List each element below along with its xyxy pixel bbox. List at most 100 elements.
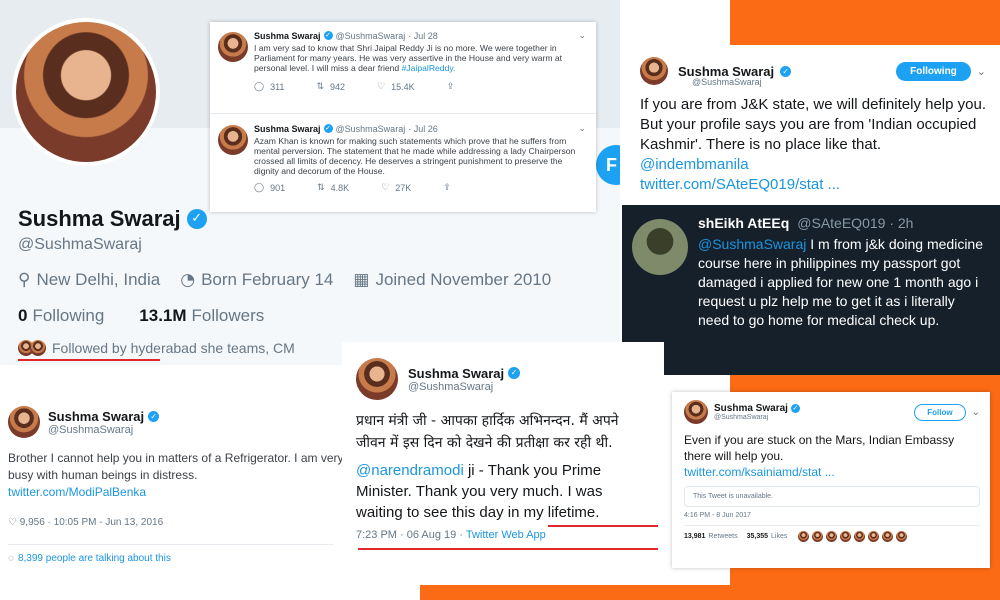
tweet-handle[interactable]: @SushmaSwaraj <box>336 124 406 134</box>
tweet-text: Even if you are stuck on the Mars, India… <box>684 432 980 480</box>
tweet-author-row: Sushma Swaraj ✓ <box>408 366 521 381</box>
tweet-avatar[interactable] <box>356 358 398 400</box>
followed-by-text[interactable]: Followed by hyderabad she teams, CM <box>52 340 295 356</box>
location-icon: ⚲ <box>18 270 31 290</box>
tweet-talking[interactable]: ◌ 8,399 people are talking about this <box>8 544 334 564</box>
background-orange-strip <box>420 585 1000 600</box>
chevron-down-icon[interactable]: ⌄ <box>977 65 986 78</box>
tweet-mention[interactable]: @SushmaSwaraj <box>698 236 806 252</box>
tweet-text: @SushmaSwaraj I m from j&k doing medicin… <box>698 235 988 330</box>
liker-avatar[interactable] <box>854 531 866 542</box>
profile-location: New Delhi, India <box>36 270 161 289</box>
liker-avatar[interactable] <box>826 531 838 542</box>
profile-avatar[interactable] <box>12 18 160 166</box>
share-icon[interactable]: ⇪ <box>447 81 455 92</box>
like-label: Likes <box>771 533 788 540</box>
tweet-link[interactable]: twitter.com/SAteEQ019/stat ... <box>640 176 840 193</box>
tweet-app-link[interactable]: Twitter Web App <box>466 529 546 541</box>
tweet-actions: ◯ 901 ⇅ 4.8K ♡ 27K ⇪ <box>254 182 586 193</box>
tweet-stats: 13,981 Retweets 35,355 Likes <box>684 525 980 542</box>
tweet-mars[interactable]: Sushma Swaraj ✓ @SushmaSwaraj Follow ⌄ E… <box>672 392 990 568</box>
tweet-jaipal[interactable]: Sushma Swaraj ✓ @SushmaSwaraj · Jul 28 ⌄… <box>210 22 596 114</box>
tweet-sheikh[interactable]: shEikh AtEEq @SAteEQ019 · 2h @SushmaSwar… <box>622 205 1000 375</box>
tweet-date[interactable]: · Jul 28 <box>408 31 438 41</box>
tweet-author: Sushma Swaraj ✓ @SushmaSwaraj <box>48 409 160 436</box>
tweet-jk[interactable]: Sushma Swaraj ✓ Following ⌄ @SushmaSwara… <box>622 45 1000 205</box>
reply-button[interactable]: ◯ 311 <box>254 81 284 92</box>
tweet-author-name[interactable]: Sushma Swaraj <box>254 124 321 134</box>
tweet-text: I am very sad to know that Shri Jaipal R… <box>254 43 586 73</box>
tweet-azam[interactable]: Sushma Swaraj ✓ @SushmaSwaraj · Jul 26 ⌄… <box>210 115 596 212</box>
chevron-down-icon[interactable]: ⌄ <box>972 407 980 418</box>
tweet-handle[interactable]: @SushmaSwaraj <box>714 414 800 421</box>
liker-avatar[interactable] <box>896 531 908 542</box>
liker-avatar[interactable] <box>868 531 880 542</box>
tweet-body: Brother I cannot help you in matters of … <box>8 451 342 482</box>
tweet-mention[interactable]: @narendramodi <box>356 462 464 479</box>
following-label[interactable]: Following <box>32 306 104 326</box>
tweet-header: shEikh AtEEq @SAteEQ019 · 2h <box>698 215 988 231</box>
like-count: 15.4K <box>391 81 415 92</box>
calendar-icon: ▦ <box>353 270 370 290</box>
tweet-avatar[interactable] <box>632 219 688 275</box>
liker-avatar[interactable] <box>812 531 824 542</box>
unavailable-tweet-box: This Tweet is unavailable. <box>684 486 980 507</box>
tweet-avatar[interactable] <box>640 57 668 85</box>
followed-by-row: Followed by hyderabad she teams, CM <box>18 340 295 356</box>
tweet-handle[interactable]: @SAteEQ019 · 2h <box>797 215 913 231</box>
verified-icon: ✓ <box>508 367 521 379</box>
tweet-author-name[interactable]: Sushma Swaraj <box>408 366 504 381</box>
following-button[interactable]: Following <box>896 61 971 81</box>
followers-count[interactable]: 13.1M <box>139 306 186 326</box>
tweet-time: 4:16 PM - 8 Jun 2017 <box>684 512 751 519</box>
reply-icon: ◯ <box>254 182 265 192</box>
following-count[interactable]: 0 <box>18 306 27 326</box>
like-button[interactable]: ♡ 27K <box>381 182 411 193</box>
like-button[interactable]: ♡ 15.4K <box>377 81 415 92</box>
reply-button[interactable]: ◯ 901 <box>254 182 285 193</box>
profile-meta-row: ⚲ New Delhi, India ◔ Born February 14 ▦ … <box>18 270 551 290</box>
verified-icon: ✓ <box>323 124 333 133</box>
verified-icon: ✓ <box>186 209 207 229</box>
tweet-handle[interactable]: @SushmaSwaraj <box>48 424 159 436</box>
tweet-date[interactable]: · Jul 26 <box>408 124 438 134</box>
tweet-header: Sushma Swaraj ✓ @SushmaSwaraj Follow ⌄ <box>684 400 980 424</box>
retweet-count: 4.8K <box>330 182 350 193</box>
tweet-link[interactable]: twitter.com/ModiPalBenka <box>8 485 146 499</box>
retweet-button[interactable]: ⇅ 942 <box>316 81 345 92</box>
highlight-underline <box>358 548 658 550</box>
tweet-fridge[interactable]: Sushma Swaraj ✓ @SushmaSwaraj Brother I … <box>0 388 342 583</box>
tweet-author-name[interactable]: Sushma Swaraj <box>48 409 144 424</box>
liker-avatar[interactable] <box>840 531 852 542</box>
followers-label[interactable]: Followers <box>192 306 265 326</box>
retweet-button[interactable]: ⇅ 4.8K <box>317 182 349 193</box>
tweet-avatar[interactable] <box>218 32 248 62</box>
tweet-author-name[interactable]: Sushma Swaraj <box>714 403 788 414</box>
follow-button[interactable]: Follow <box>914 403 966 421</box>
tweet-avatar[interactable] <box>8 406 40 438</box>
tweet-avatar[interactable] <box>218 125 248 155</box>
tweet-body: If you are from J&K state, we will defin… <box>640 96 986 153</box>
profile-floating-button[interactable]: F <box>596 145 620 185</box>
tweet-handle[interactable]: @SushmaSwaraj <box>408 381 520 393</box>
chevron-down-icon[interactable]: ⌄ <box>578 123 586 134</box>
tweet-text: If you are from J&K state, we will defin… <box>640 95 986 195</box>
tweet-link[interactable]: twitter.com/ksainiamd/stat ... <box>684 465 835 479</box>
verified-icon: ✓ <box>148 410 160 422</box>
tweet-avatar[interactable] <box>684 400 708 424</box>
tweet-hashtag[interactable]: #JaipalReddy. <box>402 63 456 73</box>
tweet-author: Sushma Swaraj ✓ @SushmaSwaraj <box>714 403 800 421</box>
comment-icon: ◌ <box>8 553 14 564</box>
liker-avatar[interactable] <box>798 531 810 542</box>
share-icon[interactable]: ⇪ <box>443 182 451 193</box>
chevron-down-icon[interactable]: ⌄ <box>578 30 586 41</box>
tweet-author-name[interactable]: Sushma Swaraj <box>254 31 321 41</box>
like-count: 27K <box>395 182 412 193</box>
tweet-author-name[interactable]: shEikh AtEEq <box>698 215 789 231</box>
tweet-actions: ◯ 311 ⇅ 942 ♡ 15.4K ⇪ <box>254 81 586 92</box>
tweet-handle[interactable]: @SushmaSwaraj <box>336 31 406 41</box>
follower-avatar <box>30 340 46 356</box>
retweet-count: 942 <box>329 81 346 92</box>
tweet-mention[interactable]: @indembmanila <box>640 156 749 173</box>
liker-avatar[interactable] <box>882 531 894 542</box>
